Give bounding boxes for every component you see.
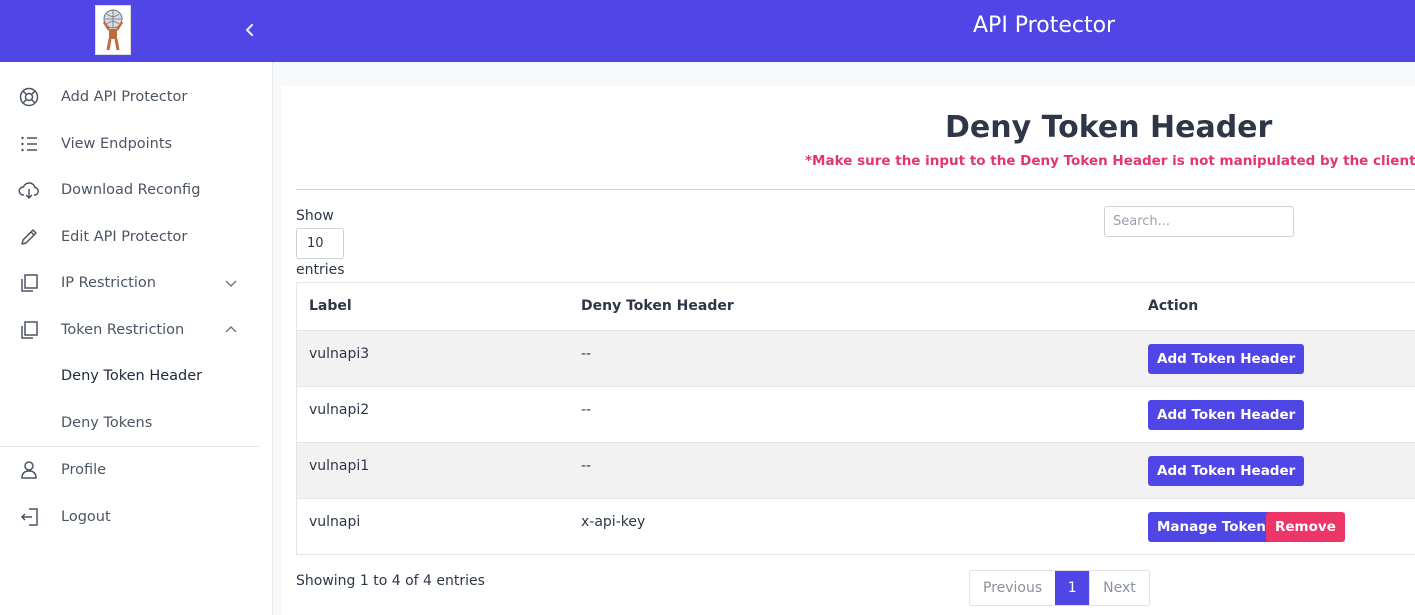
column-header-label[interactable]: Label [309, 298, 352, 314]
sidebar-subitem-deny-token-header[interactable]: Deny Token Header [0, 353, 259, 399]
deny-token-table: Label Deny Token Header Action vulnapi3 … [296, 282, 1415, 555]
cell-deny-token-header: -- [581, 402, 592, 418]
list-icon [21, 136, 37, 152]
sidebar-item-view-endpoints[interactable]: View Endpoints [0, 121, 259, 167]
add-token-header-button[interactable]: Add Token Header [1148, 344, 1305, 374]
sidebar: Add API Protector View Endpoints Downloa… [0, 62, 273, 615]
copy-icon [21, 274, 38, 292]
table-header-row: Label Deny Token Header Action [297, 283, 1415, 330]
cell-deny-token-header: x-api-key [581, 514, 646, 530]
sidebar-item-label: IP Restriction [61, 275, 156, 291]
sidebar-item-ip-restriction[interactable]: IP Restriction [0, 260, 259, 306]
sidebar-item-profile[interactable]: Profile [0, 447, 259, 493]
cell-deny-token-header: -- [581, 346, 592, 362]
manage-token-button[interactable]: Manage Token [1148, 512, 1275, 542]
column-header-action[interactable]: Action [1148, 298, 1198, 314]
app-title: API Protector [973, 13, 1116, 38]
pencil-icon [21, 229, 37, 245]
main-card: Deny Token Header *Make sure the input t… [281, 86, 1415, 615]
sidebar-subitem-deny-tokens[interactable]: Deny Tokens [0, 400, 259, 446]
lifebuoy-icon [19, 87, 39, 107]
copy-icon [21, 321, 38, 339]
warning-text: *Make sure the input to the Deny Token H… [805, 153, 1415, 169]
user-icon [21, 461, 37, 479]
atlas-logo[interactable] [95, 5, 131, 55]
table-row: vulnapi1 -- Add Token Header [297, 442, 1415, 498]
sidebar-collapse-button[interactable] [238, 17, 262, 43]
sidebar-item-label: View Endpoints [61, 136, 173, 152]
pagination-next[interactable]: Next [1089, 571, 1149, 605]
table-row: vulnapi2 -- Add Token Header [297, 386, 1415, 442]
column-header-deny-token-header[interactable]: Deny Token Header [581, 298, 734, 314]
table-info: Showing 1 to 4 of 4 entries [296, 573, 485, 589]
cell-label: vulnapi [309, 514, 361, 530]
add-token-header-button[interactable]: Add Token Header [1148, 400, 1305, 430]
sidebar-item-logout[interactable]: Logout [0, 494, 259, 540]
sidebar-item-label: Token Restriction [61, 322, 185, 338]
chevron-left-icon [245, 23, 254, 37]
search-input[interactable] [1104, 206, 1294, 237]
pagination-page[interactable]: 1 [1055, 571, 1090, 605]
entries-label: entries [296, 262, 345, 278]
cloud-download-icon [18, 182, 39, 200]
cell-label: vulnapi2 [309, 402, 370, 418]
show-label: Show [296, 208, 334, 224]
pagination-previous[interactable]: Previous [970, 571, 1055, 605]
entries-per-page-select[interactable]: 10 [296, 228, 344, 259]
sidebar-subitem-label: Deny Tokens [61, 415, 153, 431]
sidebar-item-token-restriction[interactable]: Token Restriction [0, 307, 259, 353]
table-row: vulnapi x-api-key Manage Token Remove [297, 498, 1415, 554]
cell-deny-token-header: -- [581, 458, 592, 474]
pagination: Previous 1 Next [969, 570, 1150, 606]
sidebar-item-label: Edit API Protector [61, 229, 188, 245]
sidebar-item-label: Download Reconfig [61, 182, 201, 198]
sidebar-item-edit-api-protector[interactable]: Edit API Protector [0, 214, 259, 260]
logout-icon [20, 508, 38, 526]
divider [296, 189, 1415, 190]
sidebar-item-download-reconfig[interactable]: Download Reconfig [0, 167, 259, 213]
sidebar-subitem-label: Deny Token Header [61, 368, 203, 384]
page-title: Deny Token Header [945, 110, 1273, 145]
cell-label: vulnapi1 [309, 458, 370, 474]
remove-button[interactable]: Remove [1266, 512, 1345, 542]
chevron-up-icon [225, 326, 237, 333]
cell-label: vulnapi3 [309, 346, 370, 362]
sidebar-item-label: Profile [61, 462, 107, 478]
add-token-header-button[interactable]: Add Token Header [1148, 456, 1305, 486]
top-bar: API Protector [0, 0, 1415, 62]
table-row: vulnapi3 -- Add Token Header [297, 330, 1415, 386]
sidebar-item-label: Logout [61, 509, 111, 525]
sidebar-item-add-api-protector[interactable]: Add API Protector [0, 74, 259, 120]
chevron-down-icon [225, 280, 237, 287]
sidebar-item-label: Add API Protector [61, 89, 188, 105]
